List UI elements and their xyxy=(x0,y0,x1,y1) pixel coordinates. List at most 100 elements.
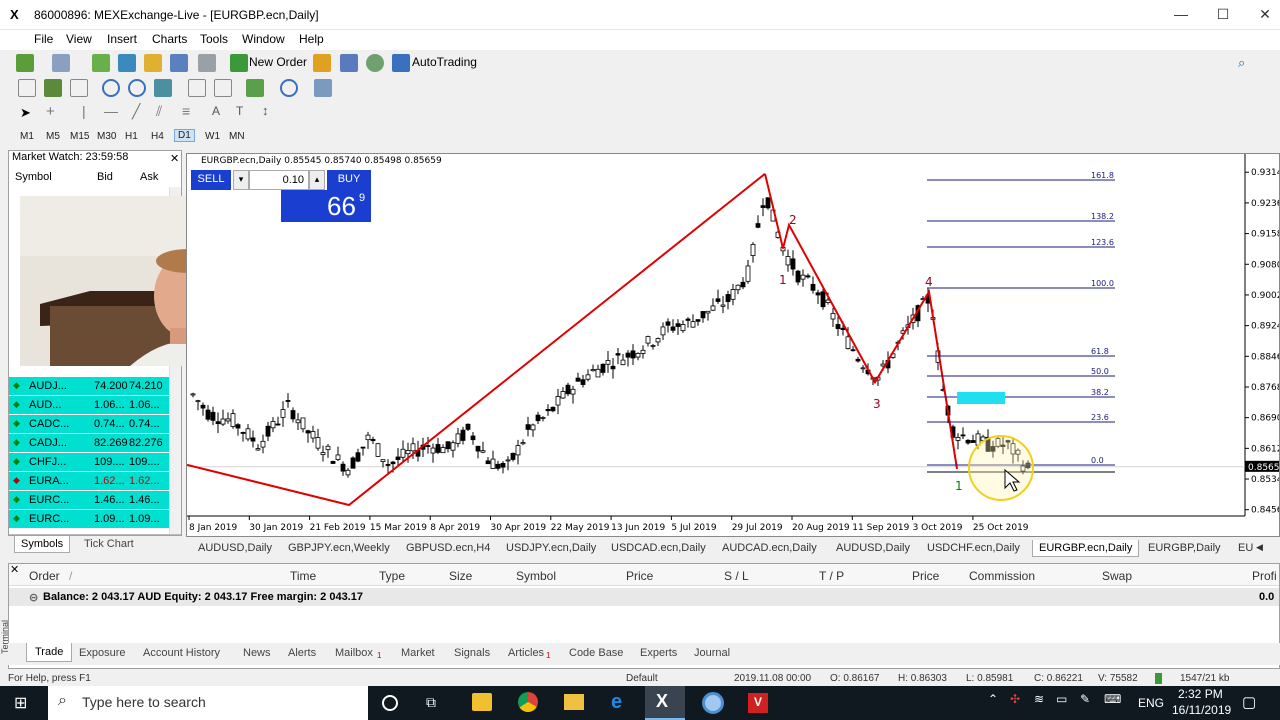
store-icon[interactable] xyxy=(472,693,492,711)
tab-code-base[interactable]: Code Base xyxy=(569,647,623,659)
col-sl[interactable]: S / L xyxy=(724,569,749,583)
col-bid[interactable]: Bid xyxy=(97,171,113,183)
chrome-icon[interactable] xyxy=(518,692,538,712)
tab-symbols[interactable]: Symbols xyxy=(14,536,71,553)
metaeditor-icon[interactable] xyxy=(313,54,331,72)
market-watch-row[interactable]: ◆ CADJ... 82.269 82.276 xyxy=(9,433,169,452)
arrows-icon[interactable]: ↕ xyxy=(262,103,269,118)
clock-date[interactable]: 16/11/2019 xyxy=(1172,703,1231,717)
menu-window[interactable]: Window xyxy=(242,32,285,46)
menu-view[interactable]: View xyxy=(66,32,92,46)
templates-icon[interactable] xyxy=(314,79,332,97)
bar-chart-icon[interactable] xyxy=(18,79,36,97)
timeframe-d1[interactable]: D1 xyxy=(174,129,195,142)
tab-journal[interactable]: Journal xyxy=(694,647,730,659)
menu-help[interactable]: Help xyxy=(299,32,324,46)
metatrader-taskbar-item[interactable]: X xyxy=(645,686,685,720)
data-window-icon[interactable] xyxy=(144,54,162,72)
fibonacci-icon[interactable]: ≡ xyxy=(182,103,190,119)
market-icon[interactable] xyxy=(340,54,358,72)
tab-market[interactable]: Market xyxy=(401,647,435,659)
chart-tab[interactable]: AUDCAD.ecn,Daily xyxy=(722,542,817,554)
col-price[interactable]: Price xyxy=(626,569,653,583)
line-chart-icon[interactable] xyxy=(70,79,88,97)
timeframe-h4[interactable]: H4 xyxy=(151,131,164,142)
menu-file[interactable]: File xyxy=(34,32,53,46)
col-time[interactable]: Time xyxy=(290,569,316,583)
taskbar-search[interactable]: ⌕ Type here to search xyxy=(48,686,368,720)
file-explorer-icon[interactable] xyxy=(564,694,584,710)
market-watch-row[interactable]: ◆ AUDJ... 74.200 74.210 xyxy=(9,376,169,395)
tab-account-history[interactable]: Account History xyxy=(143,647,220,659)
col-symbol[interactable]: Symbol xyxy=(15,171,52,183)
signals-icon[interactable] xyxy=(366,54,384,72)
col-ask[interactable]: Ask xyxy=(140,171,158,183)
tester-icon[interactable] xyxy=(198,54,216,72)
chart-tab[interactable]: EU xyxy=(1238,542,1253,554)
menu-insert[interactable]: Insert xyxy=(107,32,137,46)
clock-time[interactable]: 2:32 PM xyxy=(1178,687,1223,701)
autotrading-button[interactable]: AutoTrading xyxy=(412,55,477,69)
timeframe-h1[interactable]: H1 xyxy=(125,131,138,142)
tab-trade[interactable]: Trade xyxy=(26,643,73,662)
tab-tick-chart[interactable]: Tick Chart xyxy=(84,538,134,550)
windows-start-icon[interactable]: ⊞ xyxy=(14,693,27,713)
trendline-icon[interactable]: ╱ xyxy=(132,103,140,120)
edge-icon[interactable]: e xyxy=(611,691,622,714)
tab-mailbox[interactable]: Mailbox xyxy=(335,647,373,659)
lot-size-input[interactable]: 0.10 xyxy=(249,170,309,190)
menu-tools[interactable]: Tools xyxy=(200,32,228,46)
chart-tab[interactable]: USDJPY.ecn,Daily xyxy=(506,542,596,554)
col-symbol[interactable]: Symbol xyxy=(516,569,556,583)
timeframe-mn[interactable]: MN xyxy=(229,131,245,142)
col-swap[interactable]: Swap xyxy=(1102,569,1132,583)
tray-chevron-icon[interactable]: ⌃ xyxy=(988,692,998,706)
channel-icon[interactable]: ⫽ xyxy=(156,103,162,120)
candlestick-icon[interactable] xyxy=(44,79,62,97)
new-order-icon[interactable] xyxy=(230,54,248,72)
lot-down-icon[interactable]: ▾ xyxy=(233,170,249,190)
market-watch-row[interactable]: ◆ EURA... 1.62... 1.62... xyxy=(9,471,169,490)
autoscroll-icon[interactable] xyxy=(214,79,232,97)
maximize-button[interactable]: ☐ xyxy=(1212,6,1234,23)
tabs-scroll-icon[interactable]: ◀ xyxy=(1256,542,1263,553)
notification-icon[interactable]: ▢ xyxy=(1242,693,1256,711)
new-chart-icon[interactable] xyxy=(16,54,34,72)
buy-price-box[interactable]: 66 9 xyxy=(281,190,371,222)
chart-tab[interactable]: AUDUSD,Daily xyxy=(198,542,272,554)
timeframe-m1[interactable]: M1 xyxy=(20,131,34,142)
terminal-icon[interactable] xyxy=(170,54,188,72)
chart-tab[interactable]: EURGBP,Daily xyxy=(1148,542,1221,554)
chart-window-icon[interactable] xyxy=(92,54,110,72)
sell-button[interactable]: SELL xyxy=(191,170,231,190)
new-order-button[interactable]: New Order xyxy=(249,55,307,69)
autotrading-icon[interactable] xyxy=(392,54,410,72)
language-indicator[interactable]: ENG xyxy=(1138,696,1164,710)
col-tp[interactable]: T / P xyxy=(819,569,844,583)
zoom-in-icon[interactable] xyxy=(102,79,120,97)
timeframe-m30[interactable]: M30 xyxy=(97,131,116,142)
lot-up-icon[interactable]: ▴ xyxy=(309,170,325,190)
tab-exposure[interactable]: Exposure xyxy=(79,647,125,659)
tab-alerts[interactable]: Alerts xyxy=(288,647,316,659)
terminal-close-icon[interactable]: ✕ xyxy=(10,563,19,576)
tab-experts[interactable]: Experts xyxy=(640,647,677,659)
minimize-button[interactable]: — xyxy=(1170,6,1192,22)
battery-icon[interactable]: ▭ xyxy=(1056,692,1067,706)
tile-windows-icon[interactable] xyxy=(154,79,172,97)
vertical-line-icon[interactable]: | xyxy=(82,103,86,119)
cursor-icon[interactable]: ➤ xyxy=(20,105,31,121)
chart-tab[interactable]: GBPJPY.ecn,Weekly xyxy=(288,542,390,554)
chart-tab[interactable]: AUDUSD,Daily xyxy=(836,542,910,554)
horizontal-line-icon[interactable]: — xyxy=(104,103,118,119)
col-price2[interactable]: Price xyxy=(912,569,939,583)
periods-icon[interactable] xyxy=(280,79,298,97)
wifi-icon[interactable]: ≋ xyxy=(1034,692,1044,706)
chart-tab[interactable]: USDCAD.ecn,Daily xyxy=(611,542,706,554)
keyboard-icon[interactable]: ⌨ xyxy=(1104,692,1121,706)
market-watch-row[interactable]: ◆ AUD... 1.06... 1.06... xyxy=(9,395,169,414)
menu-charts[interactable]: Charts xyxy=(152,32,187,46)
market-watch-row[interactable]: ◆ EURC... 1.09... 1.09... xyxy=(9,509,169,528)
zoom-out-icon[interactable] xyxy=(128,79,146,97)
pen-icon[interactable]: ✎ xyxy=(1080,692,1090,706)
